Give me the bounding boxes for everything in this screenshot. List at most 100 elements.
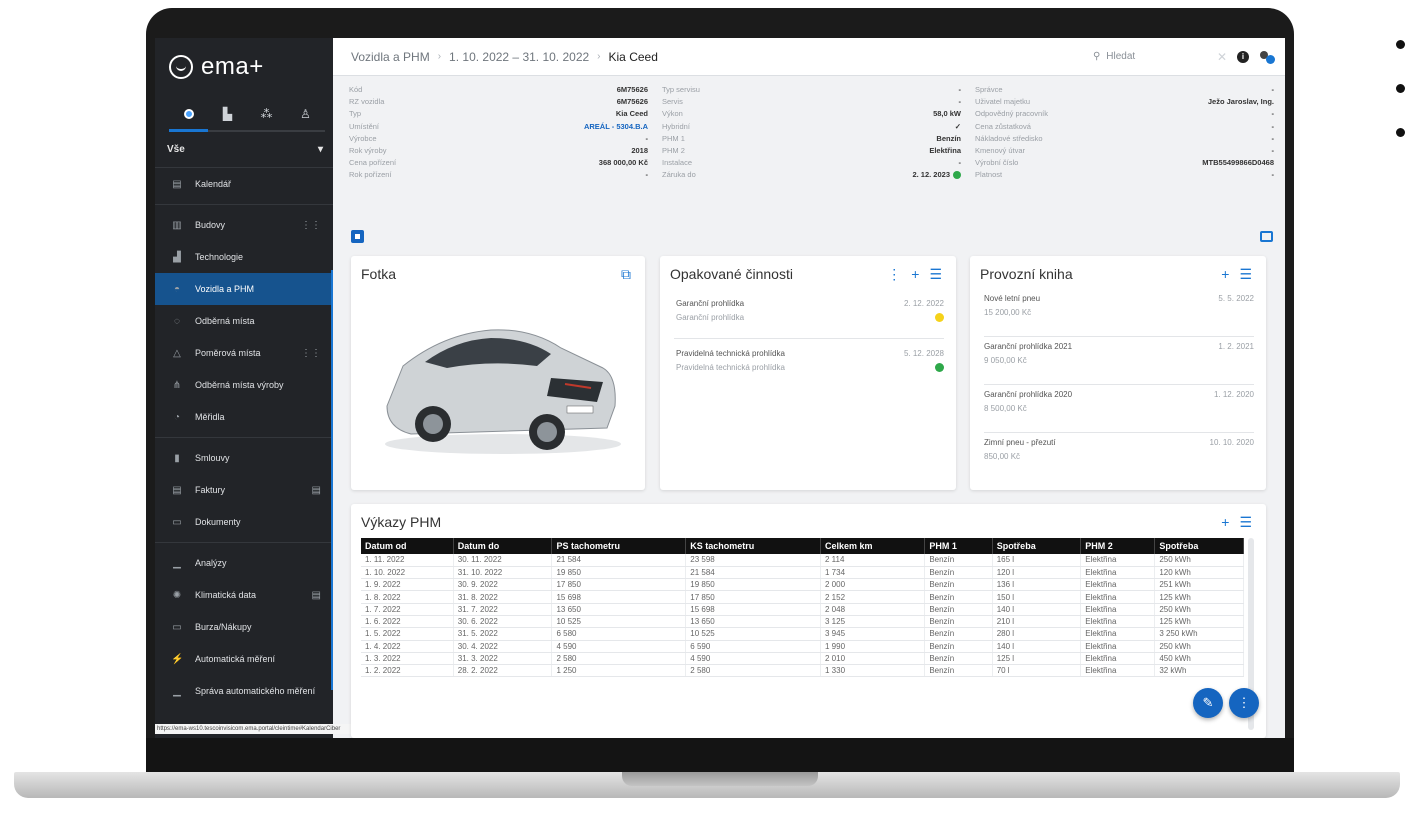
sidebar-item-car[interactable]: ◓ Vozidla a PHM <box>155 273 333 305</box>
sidebar-item-tower[interactable]: ⋔ Odběrná místa výroby <box>155 369 333 401</box>
screen: ema+ ▙ ⁂ ♙ Vše ▾ ▤ Kalendář ▥ Budovy ⋮⋮ ▟ Tech… <box>155 38 1285 738</box>
sidebar-item-calendar[interactable]: ▤ Kalendář <box>155 168 333 200</box>
tree-view-icon[interactable]: ⋮⋮ <box>301 220 321 231</box>
table-row[interactable]: 1. 7. 2022 31. 7. 2022 13 650 15 698 2 048 Be… <box>361 603 1244 616</box>
column-header[interactable]: Spotřeba <box>1154 538 1244 554</box>
add-icon[interactable]: + <box>911 266 919 283</box>
list-item[interactable]: Garanční prohlídka 2. 12. 2022 Garanční p… <box>676 296 944 324</box>
detail-value-wrap: - <box>959 96 962 108</box>
table-row[interactable]: 1. 6. 2022 30. 6. 2022 10 525 13 650 3 125 Be… <box>361 615 1244 629</box>
column-header[interactable]: Celkem km <box>820 538 926 554</box>
detail-value: 6M75626 <box>616 85 648 94</box>
table-body: 1. 11. 2022 30. 11. 2022 21 584 23 598 2 114… <box>361 554 1244 678</box>
tab-users[interactable]: ⁂ <box>247 98 286 132</box>
more-vertical-icon[interactable]: ⋮ <box>887 266 901 283</box>
column-header[interactable]: PHM 1 <box>924 538 993 554</box>
tab-overview[interactable] <box>169 98 208 132</box>
tab-person[interactable]: ♙ <box>286 98 325 132</box>
list-icon[interactable]: ☰ <box>1239 266 1252 283</box>
column-header[interactable]: Datum od <box>361 538 454 554</box>
column-header[interactable]: KS tachometru <box>685 538 821 554</box>
search-input[interactable]: ⚲ Hledat <box>1093 51 1211 62</box>
more-fab-button[interactable]: ⋮ <box>1229 688 1259 718</box>
sidebar-item-factory[interactable]: ▟ Technologie <box>155 241 333 273</box>
sidebar-item-meter[interactable]: ⚡ Automatická měření <box>155 643 333 675</box>
list-item[interactable]: Pravidelná technická prohlídka 5. 12. 202… <box>676 346 944 374</box>
column-header[interactable]: PHM 2 <box>1080 538 1156 554</box>
list-item[interactable]: Garanční prohlídka 2020 1. 12. 2020 8 500,… <box>984 390 1254 418</box>
breadcrumb-module[interactable]: Vozidla a PHM <box>351 50 430 64</box>
logbook-date: 10. 10. 2020 <box>1209 438 1254 447</box>
table-row[interactable]: 1. 5. 2022 31. 5. 2022 6 580 10 525 3 945 Ben… <box>361 627 1244 641</box>
detail-value-wrap: - <box>1272 133 1275 145</box>
divider <box>674 338 944 339</box>
filter-select[interactable]: Vše ▾ <box>155 132 333 168</box>
clear-search-icon[interactable]: ✕ <box>1217 50 1227 64</box>
table-cell: 120 l <box>992 566 1082 580</box>
sidebar-item-analytics[interactable]: ▁ Analýzy <box>155 547 333 579</box>
table-cell: 31. 10. 2022 <box>453 566 553 580</box>
expand-button[interactable] <box>351 230 364 243</box>
detail-label: Typ servisu <box>662 85 700 94</box>
add-icon[interactable]: + <box>1221 266 1229 283</box>
user-settings-icon[interactable] <box>1259 50 1275 64</box>
table-row[interactable]: 1. 9. 2022 30. 9. 2022 17 850 19 850 2 000 Be… <box>361 578 1244 592</box>
table-cell: Elektřina <box>1080 603 1156 616</box>
table-row[interactable]: 1. 10. 2022 31. 10. 2022 19 850 21 584 1 734… <box>361 566 1244 580</box>
column-header[interactable]: Datum do <box>453 538 553 554</box>
info-icon[interactable]: i <box>1237 50 1249 63</box>
exchange-icon: ▭ <box>172 621 182 633</box>
detail-row: Správce - <box>975 84 1274 96</box>
edit-fab-button[interactable]: ✎ <box>1193 688 1223 718</box>
car-photo <box>385 329 621 454</box>
tab-buildings[interactable]: ▙ <box>208 98 247 132</box>
table-cell: 140 l <box>992 603 1082 616</box>
sidebar-item-gauge[interactable]: ◔ Měřidla <box>155 401 333 433</box>
table-row[interactable]: 1. 3. 2022 31. 3. 2022 2 580 4 590 2 010 Benz… <box>361 652 1244 666</box>
table-row[interactable]: 1. 8. 2022 31. 8. 2022 15 698 17 850 2 152 Be… <box>361 590 1244 604</box>
detail-row: Typ servisu - <box>662 84 961 96</box>
sidebar-item-sun[interactable]: ✺ Klimatická data ▤ <box>155 579 333 611</box>
table-row[interactable]: 1. 4. 2022 30. 4. 2022 4 590 6 590 1 990 Benz… <box>361 640 1244 653</box>
sidebar-item-exchange[interactable]: ▭ Burza/Nákupy <box>155 611 333 643</box>
sidebar-item-label: Vozidla a PHM <box>195 284 255 294</box>
divider <box>984 336 1254 337</box>
report-icon[interactable]: ▤ <box>312 485 321 496</box>
sidebar-item-settings-meter[interactable]: ▁ Správa automatického měření <box>155 675 333 707</box>
detail-value-wrap: - <box>646 133 649 145</box>
table-cell: 1 990 <box>820 640 926 653</box>
status-dot-green <box>935 362 944 372</box>
table-cell: Elektřina <box>1080 652 1156 666</box>
table-cell: Elektřina <box>1080 664 1156 678</box>
table-row[interactable]: 1. 11. 2022 30. 11. 2022 21 584 23 598 2 114… <box>361 554 1244 567</box>
report-icon[interactable]: ▤ <box>312 590 321 601</box>
detail-row: PHM 2 Elektřina <box>662 145 961 157</box>
sidebar-item-invoice[interactable]: ▤ Faktury ▤ <box>155 474 333 506</box>
table-cell: 31. 8. 2022 <box>453 590 553 604</box>
column-header[interactable]: PS tachometru <box>551 538 687 554</box>
list-item[interactable]: Zimní pneu - přezutí 10. 10. 2020 850,00 K… <box>984 438 1254 466</box>
column-header[interactable]: Spotřeba <box>992 538 1082 554</box>
list-item[interactable]: Nové letní pneu 5. 5. 2022 15 200,00 Kč <box>984 294 1254 322</box>
logo[interactable]: ema+ <box>155 38 333 96</box>
monitor-icon[interactable] <box>1260 231 1273 242</box>
breadcrumb-current: Kia Ceed <box>608 49 658 64</box>
sidebar-item-contract[interactable]: ▮ Smlouvy <box>155 442 333 474</box>
table-row[interactable]: 1. 2. 2022 28. 2. 2022 1 250 2 580 1 330 Benz… <box>361 664 1244 678</box>
tree-view-icon[interactable]: ⋮⋮ <box>301 348 321 359</box>
logbook-card-actions: + ☰ <box>1221 266 1252 283</box>
sidebar-item-document[interactable]: ▭ Dokumenty <box>155 506 333 538</box>
sidebar-item-tree[interactable]: △ Poměrová místa ⋮⋮ <box>155 337 333 369</box>
table-cell: 13 650 <box>551 603 687 616</box>
list-icon[interactable]: ☰ <box>929 266 942 283</box>
detail-row: Hybridní ✓ <box>662 121 961 133</box>
sidebar-item-plug[interactable]: ◌ Odběrná místa <box>155 305 333 337</box>
list-icon[interactable]: ☰ <box>1239 514 1252 531</box>
add-icon[interactable]: + <box>1221 514 1229 531</box>
detail-row: Odpovědný pracovník - <box>975 108 1274 120</box>
activity-sub: Garanční prohlídka <box>676 312 745 322</box>
detail-value[interactable]: AREÁL - 5304.B.A <box>584 122 648 131</box>
breadcrumb-period[interactable]: 1. 10. 2022 – 31. 10. 2022 <box>449 50 589 64</box>
list-item[interactable]: Garanční prohlídka 2021 1. 2. 2021 9 050,0… <box>984 342 1254 370</box>
sidebar-item-building[interactable]: ▥ Budovy ⋮⋮ <box>155 209 333 241</box>
